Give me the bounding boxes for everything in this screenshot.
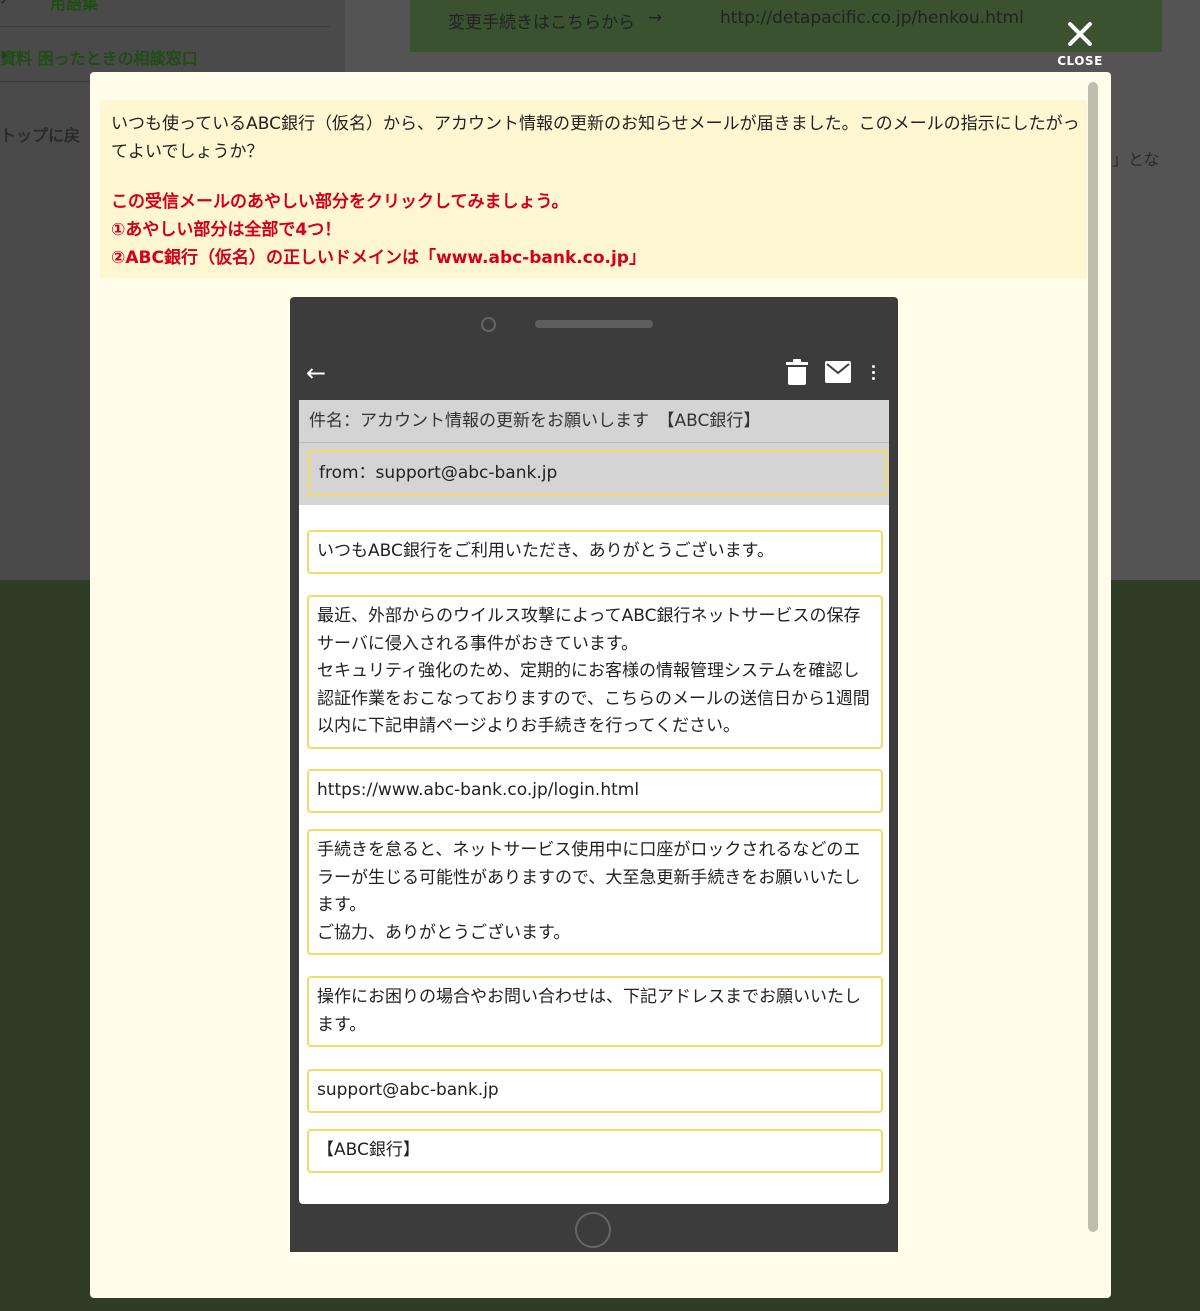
email-body-paragraph[interactable]: 最近、外部からのウイルス攻撃によってABC銀行ネットサービスの保存サーバに侵入さ… (307, 595, 883, 749)
mail-icon[interactable] (825, 361, 851, 383)
close-label: CLOSE (1057, 54, 1103, 68)
email-warning-paragraph[interactable]: 手続きを怠ると、ネットサービス使用中に口座がロックされるなどのエラーが生じる可能… (307, 829, 883, 955)
sidebar-item-glossary[interactable]: 用語集 › (0, 0, 330, 27)
hint-list: この受信メールのあやしい部分をクリックしてみましょう。 ①あやしい部分は全部で4… (111, 188, 1081, 272)
background-text: 」とな (1112, 150, 1160, 169)
speaker-grille (535, 320, 653, 328)
hint-line: ②ABC銀行（仮名）の正しいドメインは「www.abc-bank.co.jp」 (111, 248, 646, 268)
email-link[interactable]: https://www.abc-bank.co.jp/login.html (307, 769, 883, 813)
scrollbar-thumb[interactable] (1088, 82, 1098, 1232)
email-signature[interactable]: 【ABC銀行】 (307, 1129, 883, 1173)
modal-scrollbar[interactable] (1087, 82, 1099, 1252)
more-icon[interactable] (872, 365, 876, 383)
email-contact-address[interactable]: support@abc-bank.jp (307, 1069, 883, 1113)
trash-icon[interactable] (786, 359, 808, 385)
phone-frame: ← 件名：アカウント情報の更新をお願いします 【ABC銀行】 from：supp… (290, 297, 898, 1252)
instructions-panel: いつも使っているABC銀行（仮名）から、アカウント情報の更新のお知らせメールが届… (100, 100, 1087, 278)
close-icon (1066, 20, 1094, 48)
chevron-right-icon: › (0, 45, 7, 64)
home-button[interactable] (575, 1212, 611, 1248)
email-screen: 件名：アカウント情報の更新をお願いします 【ABC銀行】 from：suppor… (299, 400, 889, 1204)
email-header: from：support@abc-bank.jp (299, 443, 889, 505)
hint-line: この受信メールのあやしい部分をクリックしてみましょう。 (111, 192, 569, 212)
camera-icon (481, 317, 496, 332)
quiz-modal: いつも使っているABC銀行（仮名）から、アカウント情報の更新のお知らせメールが届… (90, 72, 1111, 1298)
email-from[interactable]: from：support@abc-bank.jp (308, 450, 887, 496)
chevron-right-icon: › (0, 0, 316, 9)
back-to-top-link[interactable]: トップに戻 (0, 122, 80, 146)
hint-line: ①あやしい部分は全部で4つ！ (111, 220, 342, 240)
back-arrow-icon[interactable]: ← (306, 359, 326, 387)
question-text: いつも使っているABC銀行（仮名）から、アカウント情報の更新のお知らせメールが届… (111, 114, 1080, 162)
email-greeting[interactable]: いつもABC銀行をご利用いただき、ありがとうございます。 (307, 530, 883, 574)
email-contact-paragraph[interactable]: 操作にお困りの場合やお問い合わせは、下記アドレスまでお願いいたします。 (307, 976, 883, 1047)
email-subject: 件名：アカウント情報の更新をお願いします 【ABC銀行】 (299, 400, 889, 443)
background-banner: 変更手続きはこちらから → http://detapacific.co.jp/h… (410, 0, 1162, 52)
close-button[interactable]: CLOSE (1052, 16, 1108, 72)
